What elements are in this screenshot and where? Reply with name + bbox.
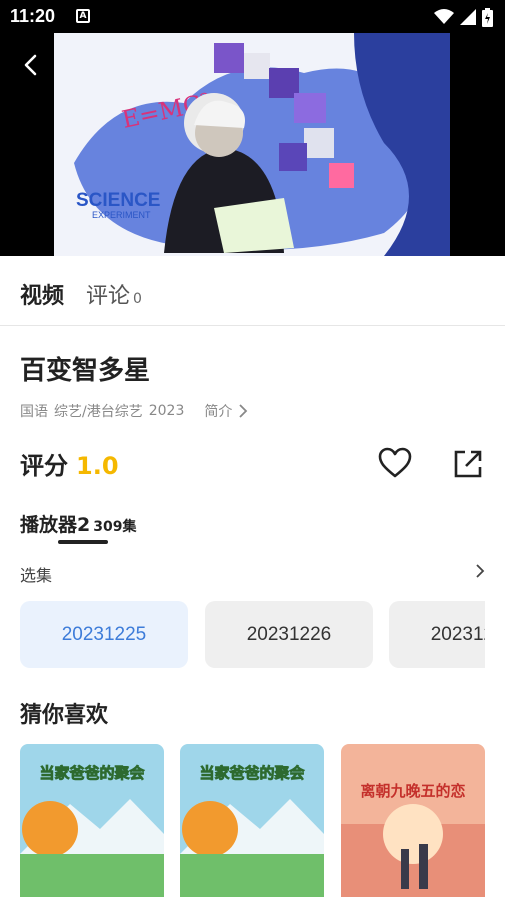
show-language: 国语 [20,404,48,420]
tab-video[interactable]: 视频 [20,278,64,310]
show-genre: 综艺/港台综艺 [54,404,143,420]
back-icon[interactable] [18,51,46,79]
recommend-poster-text: 当家爸爸的聚会 [39,764,144,782]
rating-value: 1.0 [76,452,119,480]
show-year: 2023 [148,403,185,419]
recommend-poster-text: 离朝九晚五的恋 [360,782,465,800]
player-underline [58,540,108,544]
player-selector[interactable]: 播放器2 309集 [20,510,136,537]
status-icons [434,7,493,27]
signal-icon [460,9,476,25]
chevron-right-icon[interactable] [472,562,488,580]
poster-sub: EXPERIMENT [92,210,151,220]
recommend-card[interactable]: 离朝九晚五的恋 [341,744,485,897]
wifi-icon [434,9,454,24]
intro-link[interactable]: 简介 [204,401,248,421]
rating-label: 评分 [20,452,68,480]
status-bar: 11:20 A [0,0,505,33]
video-poster: E=MC² SCIENCE EXPERIMENT [54,33,450,256]
comment-count: 0 [133,291,142,307]
episode-count: 309集 [93,519,137,535]
tab-comment-label: 评论 [86,284,131,309]
episode-list: 20231225 20231226 20231227 [20,601,485,669]
intro-label: 简介 [204,404,233,420]
episodes-label: 选集 [20,566,53,585]
heart-icon[interactable] [377,445,413,481]
chevron-right-icon [239,404,248,418]
episode-item[interactable]: 20231225 [20,601,188,668]
notification-icon: A [76,9,90,23]
episode-item[interactable]: 20231226 [205,601,373,668]
tab-bar: 视频 评论 0 [0,256,505,326]
recommend-card[interactable]: 当家爸爸的聚会 [180,744,324,897]
show-meta: 国语 综艺/港台综艺 2023 简介 [20,401,254,421]
poster-brand: SCIENCE [76,190,160,211]
recommend-poster-text: 当家爸爸的聚会 [199,764,304,782]
share-icon[interactable] [451,447,485,481]
recommend-title: 猜你喜欢 [20,703,109,728]
status-time: 11:20 [10,6,56,26]
battery-icon [482,7,493,27]
show-title: 百变智多星 [20,356,151,386]
tab-comment[interactable]: 评论 0 [86,278,142,310]
video-player[interactable]: E=MC² SCIENCE EXPERIMENT [0,33,505,256]
recommend-card[interactable]: 当家爸爸的聚会 [20,744,164,897]
player-name: 播放器2 [20,514,91,536]
episode-item[interactable]: 20231227 [389,601,485,668]
rating: 评分 1.0 [20,446,119,481]
